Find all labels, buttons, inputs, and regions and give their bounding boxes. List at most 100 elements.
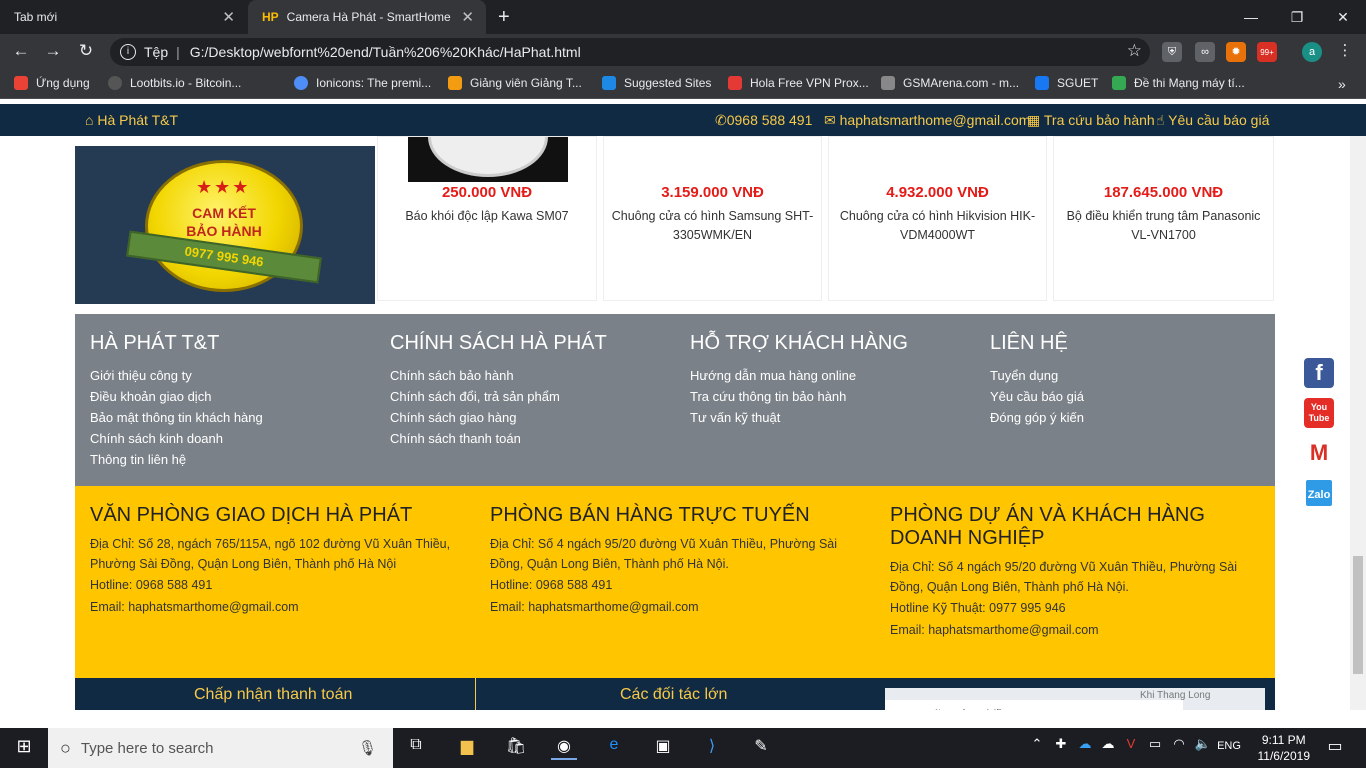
- minimize-icon[interactable]: —: [1228, 0, 1274, 34]
- close-tab-icon[interactable]: ✕: [461, 8, 474, 26]
- footer-col-title: CHÍNH SÁCH HÀ PHÁT: [390, 332, 607, 354]
- task-view-icon[interactable]: ⧉: [403, 736, 429, 760]
- paint-icon[interactable]: ✎: [748, 736, 774, 760]
- quote-request-link[interactable]: ☝ Yêu cầu báo giá: [1156, 112, 1269, 129]
- youtube-icon[interactable]: You Tube: [1304, 398, 1334, 428]
- tray-app-icon[interactable]: ✚: [1048, 736, 1074, 760]
- store-icon[interactable]: 🛍: [503, 736, 529, 760]
- vscode-icon[interactable]: ⟩: [699, 736, 725, 760]
- bookmark-star-icon[interactable]: ☆: [1127, 41, 1142, 61]
- file-explorer-icon[interactable]: ▆: [454, 736, 480, 760]
- more-bookmarks-icon[interactable]: »: [1338, 76, 1346, 92]
- close-tab-icon[interactable]: ✕: [222, 8, 235, 26]
- product-card[interactable]: 250.000 VNĐ Báo khói độc lập Kawa SM07: [377, 136, 597, 301]
- product-name[interactable]: Chuông cửa có hình Samsung SHT-3305WMK/E…: [608, 207, 817, 245]
- office-title: PHÒNG DỰ ÁN VÀ KHÁCH HÀNG DOANH NGHIỆP: [890, 504, 1205, 549]
- glasses-extension-icon[interactable]: ∞: [1195, 42, 1215, 62]
- notifications-icon[interactable]: ▭: [1322, 736, 1348, 760]
- new-tab-icon[interactable]: +: [498, 6, 510, 29]
- footer-link[interactable]: Chính sách giao hàng: [390, 407, 680, 428]
- fire-extension-icon[interactable]: ✹: [1226, 42, 1246, 62]
- office-title: VĂN PHÒNG GIAO DỊCH HÀ PHÁT: [90, 504, 413, 526]
- edge-icon[interactable]: e: [601, 736, 627, 760]
- warranty-lookup-link[interactable]: ▦ Tra cứu bảo hành: [1027, 112, 1155, 129]
- footer-link[interactable]: Chính sách đổi, trả sản phẩm: [390, 386, 680, 407]
- product-price: 4.932.000 VNĐ: [886, 184, 989, 201]
- forward-icon[interactable]: →: [42, 41, 64, 61]
- footer-link[interactable]: Tuyển dụng: [990, 365, 1280, 386]
- tab-active[interactable]: HP Camera Hà Phát - SmartHome ✕: [248, 0, 486, 34]
- tray-chevron-icon[interactable]: ⌃: [1024, 736, 1050, 760]
- site-brand-link[interactable]: ⌂ Hà Phát T&T: [85, 112, 178, 128]
- phone-link[interactable]: ✆0968 588 491: [715, 112, 812, 129]
- url-bar[interactable]: i Tệp | G:/Desktop/webfornt%20end/Tuần%2…: [110, 38, 1150, 66]
- shield-extension-icon[interactable]: ⛨: [1162, 42, 1182, 62]
- profile-avatar[interactable]: a: [1302, 42, 1322, 62]
- footer-link[interactable]: Giới thiệu công ty: [90, 365, 380, 386]
- office-block: VĂN PHÒNG GIAO DỊCH HÀ PHÁT Địa Chỉ: Số …: [90, 504, 460, 617]
- footer-link[interactable]: Đóng góp ý kiến: [990, 407, 1280, 428]
- bookmark-lootbits[interactable]: Lootbits.io - Bitcoin...: [108, 76, 241, 90]
- email-link[interactable]: ✉ haphatsmarthome@gmail.com: [824, 112, 1030, 129]
- browser-tabbar: Tab mới ✕ HP Camera Hà Phát - SmartHome …: [0, 0, 1366, 34]
- product-card[interactable]: 4.932.000 VNĐ Chuông cửa có hình Hikvisi…: [828, 136, 1047, 301]
- maximize-icon[interactable]: ❐: [1274, 0, 1320, 34]
- footer-link[interactable]: Điều khoản giao dịch: [90, 386, 380, 407]
- red-extension-icon[interactable]: 99+: [1257, 42, 1277, 62]
- footer-link[interactable]: Chính sách thanh toán: [390, 428, 680, 449]
- product-name[interactable]: Báo khói độc lập Kawa SM07: [382, 207, 592, 226]
- bookmark-hola[interactable]: Hola Free VPN Prox...: [728, 76, 869, 90]
- footer-col-policy: CHÍNH SÁCH HÀ PHÁT Chính sách bảo hành C…: [390, 332, 680, 449]
- menu-icon[interactable]: ⋮: [1334, 41, 1356, 59]
- product-name[interactable]: Chuông cửa có hình Hikvision HIK-VDM4000…: [833, 207, 1042, 245]
- facebook-icon[interactable]: f: [1304, 358, 1334, 388]
- footer-link[interactable]: Hướng dẫn mua hàng online: [690, 365, 980, 386]
- scroll-thumb[interactable]: [1353, 556, 1363, 674]
- windows-start-icon[interactable]: ⊞: [11, 736, 37, 760]
- bookmark-giangvien[interactable]: Giảng viên Giảng T...: [448, 76, 582, 90]
- wifi-icon[interactable]: ◠: [1166, 736, 1192, 760]
- bookmark-gsmarena[interactable]: GSMArena.com - m...: [881, 76, 1019, 90]
- footer-link[interactable]: Yêu cầu báo giá: [990, 386, 1280, 407]
- footer-link[interactable]: Thông tin liên hệ: [90, 449, 380, 470]
- zalo-icon[interactable]: Zalo: [1304, 478, 1334, 508]
- footer-link[interactable]: Bảo mật thông tin khách hàng: [90, 407, 380, 428]
- bookmark-dethi[interactable]: Đề thi Mạng máy tí...: [1112, 76, 1245, 90]
- taskbar-search[interactable]: ○ Type here to search 🎙: [48, 728, 393, 768]
- taskbar-clock[interactable]: 9:11 PM 11/6/2019: [1258, 732, 1311, 764]
- reload-icon[interactable]: ↻: [75, 41, 97, 61]
- footer-link[interactable]: Tra cứu thông tin bảo hành: [690, 386, 980, 407]
- office-email: Email: haphatsmarthome@gmail.com: [90, 599, 299, 614]
- bookmark-suggested[interactable]: Suggested Sites: [602, 76, 711, 90]
- product-card[interactable]: 3.159.000 VNĐ Chuông cửa có hình Samsung…: [603, 136, 822, 301]
- volume-icon[interactable]: 🔈: [1190, 736, 1216, 760]
- chrome-icon[interactable]: ◉: [551, 736, 577, 760]
- language-indicator[interactable]: ENG: [1214, 740, 1244, 764]
- footer-col-title: HÀ PHÁT T&T: [90, 332, 220, 354]
- remote-desktop-icon[interactable]: ▣: [650, 736, 676, 760]
- tray-v-icon[interactable]: V: [1118, 736, 1144, 760]
- back-icon[interactable]: ←: [10, 41, 32, 61]
- gmail-icon[interactable]: M: [1304, 438, 1334, 468]
- warranty-promo-banner[interactable]: ★★★ CAM KẾT BẢO HÀNH 0977 995 946: [75, 146, 375, 304]
- footer-link[interactable]: Chính sách bảo hành: [390, 365, 680, 386]
- footer-link[interactable]: Chính sách kinh doanh: [90, 428, 380, 449]
- battery-icon[interactable]: ▭: [1142, 736, 1168, 760]
- tab-new[interactable]: Tab mới ✕: [0, 0, 247, 34]
- apps-icon: [14, 76, 28, 90]
- office-email: Email: haphatsmarthome@gmail.com: [890, 622, 1099, 637]
- bookmark-sguet[interactable]: SGUET: [1035, 76, 1098, 90]
- search-icon: ○: [60, 737, 71, 758]
- footer-link[interactable]: Tư vấn kỹ thuật: [690, 407, 980, 428]
- security-label: Tệp: [144, 44, 169, 60]
- window-close-icon[interactable]: ✕: [1320, 0, 1366, 34]
- microphone-icon[interactable]: 🎙: [358, 739, 377, 757]
- map-embed[interactable]: Khi Thang Long 95 Vũ Xuân Thiều: [885, 688, 1265, 710]
- product-name[interactable]: Bộ điều khiển trung tâm Panasonic VL-VN1…: [1058, 207, 1269, 245]
- product-card[interactable]: 187.645.000 VNĐ Bộ điều khiển trung tâm …: [1053, 136, 1274, 301]
- bookmark-ionicons[interactable]: Ionicons: The premi...: [294, 76, 431, 90]
- page-scrollbar[interactable]: [1350, 136, 1366, 710]
- bookmark-apps[interactable]: Ứng dụng: [14, 76, 90, 90]
- office-hotline: Hotline Kỹ Thuật: 0977 995 946: [890, 601, 1066, 615]
- info-icon[interactable]: i: [120, 44, 136, 60]
